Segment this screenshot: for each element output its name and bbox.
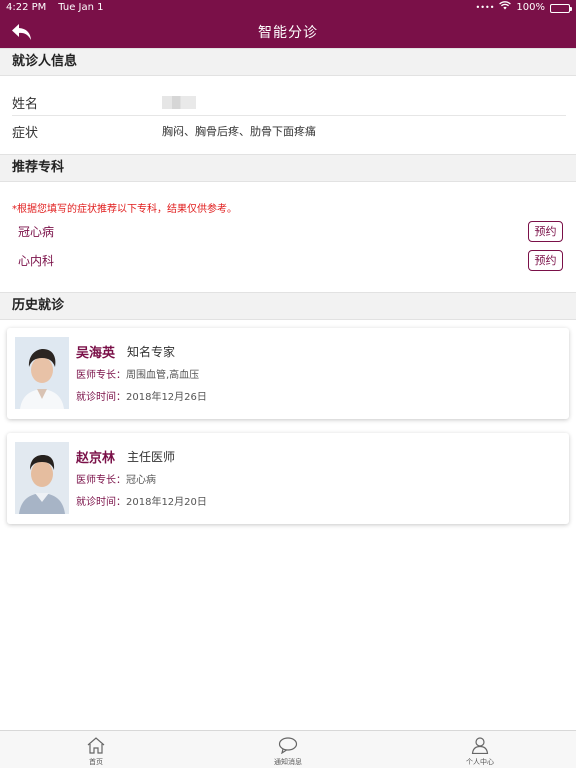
back-button[interactable] bbox=[10, 21, 34, 43]
patient-name-label: 姓名 bbox=[12, 96, 39, 112]
signal-dots-icon: •••• bbox=[475, 3, 495, 12]
back-arrow-icon bbox=[12, 24, 31, 40]
dept-name: 冠心病 bbox=[18, 224, 55, 239]
section-header-patient: 就诊人信息 bbox=[0, 48, 576, 76]
history-card[interactable]: 吴海英 知名专家 医师专长：周围血管,高血压 就诊时间：2018年12月26日 bbox=[7, 328, 569, 419]
page-title: 智能分诊 bbox=[258, 25, 318, 41]
section-header-recommend: 推荐专科 bbox=[0, 154, 576, 182]
visit-date: 2018年12月20日 bbox=[126, 497, 207, 508]
symptom-value: 胸闷、胸骨后疼、肋骨下面疼痛 bbox=[162, 125, 316, 138]
recommend-notice: *根据您填写的症状推荐以下专科，结果仅供参考。 bbox=[12, 204, 237, 215]
visit-label: 就诊时间： bbox=[76, 497, 126, 508]
section-header-history: 历史就诊 bbox=[0, 292, 576, 320]
doctor-specialty: 医师专长：周围血管,高血压 bbox=[76, 366, 199, 381]
patient-name-row: 姓名 bbox=[12, 88, 566, 116]
home-icon bbox=[87, 737, 105, 754]
tab-home-label: 首页 bbox=[89, 758, 103, 766]
nav-bar: 智能分诊 bbox=[0, 16, 576, 48]
doctor-name: 赵京林 bbox=[76, 451, 116, 466]
person-icon bbox=[471, 737, 489, 754]
specialty-value: 冠心病 bbox=[126, 475, 156, 486]
specialty-label: 医师专长： bbox=[76, 370, 126, 381]
battery-percent: 100% bbox=[516, 2, 545, 13]
divider bbox=[12, 115, 566, 116]
doctor-specialty: 医师专长：冠心病 bbox=[76, 471, 156, 486]
tab-home[interactable]: 首页 bbox=[0, 731, 192, 768]
tab-messages-label: 通知消息 bbox=[274, 758, 302, 766]
status-date: Tue Jan 1 bbox=[58, 2, 104, 13]
status-bar: 4:22 PM Tue Jan 1 •••• 100% bbox=[0, 0, 576, 16]
visit-date: 2018年12月26日 bbox=[126, 392, 207, 403]
visit-time: 就诊时间：2018年12月26日 bbox=[76, 388, 207, 403]
patient-name-masked bbox=[162, 95, 196, 109]
doctor-title: 主任医师 bbox=[127, 450, 176, 464]
status-time: 4:22 PM bbox=[6, 2, 47, 13]
history-card[interactable]: 赵京林 主任医师 医师专长：冠心病 就诊时间：2018年12月20日 bbox=[7, 433, 569, 524]
doctor-avatar bbox=[15, 337, 69, 409]
specialty-label: 医师专长： bbox=[76, 475, 126, 486]
doctor-title: 知名专家 bbox=[127, 345, 176, 359]
wifi-icon bbox=[499, 0, 512, 16]
tab-bar: 首页 通知消息 个人中心 bbox=[0, 730, 576, 768]
chat-bubble-icon bbox=[278, 737, 298, 754]
dept-item: 冠心病 预约 bbox=[18, 219, 563, 243]
tab-profile[interactable]: 个人中心 bbox=[384, 731, 576, 768]
dept-name: 心内科 bbox=[18, 253, 55, 268]
book-button[interactable]: 预约 bbox=[528, 220, 563, 242]
symptom-label: 症状 bbox=[12, 125, 39, 141]
tab-profile-label: 个人中心 bbox=[466, 758, 494, 766]
tab-messages[interactable]: 通知消息 bbox=[192, 731, 384, 768]
specialty-value: 周围血管,高血压 bbox=[126, 370, 200, 381]
battery-icon bbox=[550, 3, 572, 13]
book-button[interactable]: 预约 bbox=[528, 249, 563, 271]
dept-item: 心内科 预约 bbox=[18, 248, 563, 272]
visit-time: 就诊时间：2018年12月20日 bbox=[76, 493, 207, 508]
doctor-avatar bbox=[15, 442, 69, 514]
symptom-row: 症状 胸闷、胸骨后疼、肋骨下面疼痛 bbox=[12, 117, 566, 145]
doctor-name: 吴海英 bbox=[76, 346, 116, 361]
visit-label: 就诊时间： bbox=[76, 392, 126, 403]
